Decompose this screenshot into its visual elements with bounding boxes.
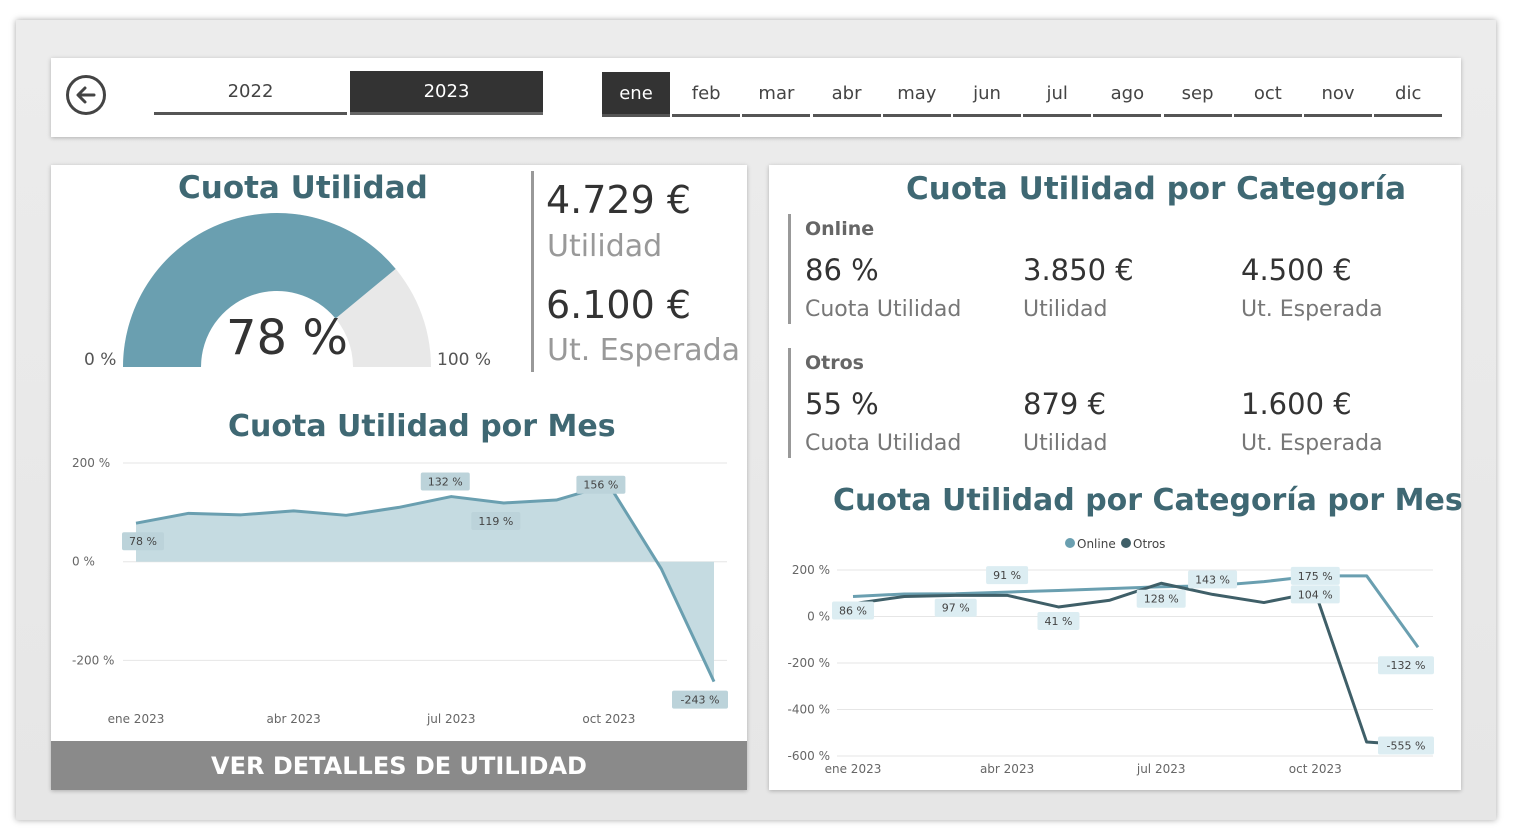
kpi-divider: [531, 171, 534, 372]
month-button-dic[interactable]: dic: [1374, 72, 1443, 117]
online-esperada: 4.500 €: [1241, 253, 1352, 287]
x-tick-label: oct 2023: [1289, 762, 1342, 776]
esperada-label: Ut. Esperada: [547, 333, 741, 368]
otros-utilidad: 879 €: [1023, 387, 1107, 421]
details-button[interactable]: VER DETALLES DE UTILIDAD: [51, 741, 747, 790]
month-button-mar[interactable]: mar: [742, 72, 811, 117]
data-label: 119 %: [478, 515, 513, 528]
online-cuota: 86 %: [805, 253, 879, 287]
x-tick-label: oct 2023: [582, 712, 635, 726]
online-divider: [788, 214, 791, 324]
data-label: 156 %: [583, 479, 618, 492]
y-tick-label: 200 %: [72, 456, 110, 470]
y-tick-label: -600 %: [788, 749, 830, 763]
x-tick-label: jul 2023: [1136, 762, 1186, 776]
data-label: 91 %: [993, 569, 1021, 582]
online-name: Online: [805, 218, 875, 240]
otros-cuota: 55 %: [805, 387, 879, 421]
month-button-ene[interactable]: ene: [602, 72, 670, 117]
data-label: -243 %: [681, 694, 720, 707]
legend-label: Otros: [1133, 537, 1165, 551]
online-utilidad-label: Utilidad: [1023, 297, 1108, 322]
x-tick-label: ene 2023: [825, 762, 882, 776]
month-button-oct[interactable]: oct: [1233, 72, 1302, 117]
data-label: 128 %: [1144, 593, 1179, 606]
data-label: 78 %: [129, 535, 157, 548]
category-title: Cuota Utilidad por Categoría: [906, 171, 1407, 207]
y-tick-label: -200 %: [72, 653, 114, 667]
data-label: 41 %: [1044, 615, 1072, 628]
category-line-chart: 200 % 0 % -200 % -400 % -600 % Online Otros 86 …: [788, 537, 1434, 776]
otros-divider: [788, 348, 791, 458]
gauge-title: Cuota Utilidad: [178, 170, 428, 206]
utilidad-label: Utilidad: [547, 229, 663, 264]
otros-name: Otros: [805, 352, 864, 374]
data-label: 97 %: [942, 602, 970, 615]
data-label: 175 %: [1298, 570, 1333, 583]
month-button-ago[interactable]: ago: [1093, 72, 1162, 117]
category-chart-title: Cuota Utilidad por Categoría por Mes: [833, 483, 1463, 518]
y-tick-label: -200 %: [788, 656, 830, 670]
gauge-min-label: 0 %: [84, 350, 117, 370]
month-button-jun[interactable]: jun: [953, 72, 1021, 117]
month-button-abr[interactable]: abr: [812, 72, 881, 117]
month-button-feb[interactable]: feb: [672, 72, 741, 117]
month-button-jul[interactable]: jul: [1023, 72, 1092, 117]
legend-marker: [1065, 538, 1075, 548]
year-button-2023[interactable]: 2023: [350, 71, 543, 115]
esperada-value: 6.100 €: [546, 283, 692, 327]
data-label: 86 %: [839, 605, 867, 618]
online-esperada-label: Ut. Esperada: [1241, 297, 1383, 322]
month-chart-title: Cuota Utilidad por Mes: [228, 409, 616, 444]
x-tick-label: jul 2023: [426, 712, 476, 726]
x-tick-label: ene 2023: [108, 712, 165, 726]
x-tick-label: abr 2023: [267, 712, 321, 726]
online-cuota-label: Cuota Utilidad: [805, 297, 962, 322]
y-tick-label: 200 %: [792, 563, 830, 577]
month-button-may[interactable]: may: [882, 72, 951, 117]
otros-esperada-label: Ut. Esperada: [1241, 431, 1383, 456]
month-button-sep[interactable]: sep: [1163, 72, 1232, 117]
data-label: 143 %: [1195, 573, 1230, 586]
gauge-value: 78 %: [226, 310, 348, 366]
month-button-nov[interactable]: nov: [1304, 72, 1372, 117]
online-utilidad: 3.850 €: [1023, 253, 1134, 287]
otros-cuota-label: Cuota Utilidad: [805, 431, 962, 456]
y-tick-label: 0 %: [807, 610, 830, 624]
data-label: 104 %: [1298, 588, 1333, 601]
data-label: -132 %: [1387, 659, 1426, 672]
y-tick-label: -400 %: [788, 703, 830, 717]
legend-label: Online: [1077, 537, 1116, 551]
month-area-chart: 200 % 0 % -200 % 78 % 132 % 119 % 156 % -243 % e…: [72, 456, 728, 726]
x-tick-label: abr 2023: [980, 762, 1034, 776]
utilidad-value: 4.729 €: [546, 178, 692, 222]
otros-utilidad-label: Utilidad: [1023, 431, 1108, 456]
y-tick-label: 0 %: [72, 555, 95, 569]
data-label: -555 %: [1387, 740, 1426, 753]
data-label: 132 %: [428, 476, 463, 489]
year-button-2022[interactable]: 2022: [154, 71, 347, 115]
gauge-max-label: 100 %: [437, 350, 492, 370]
back-arrow-icon[interactable]: [66, 75, 106, 115]
otros-esperada: 1.600 €: [1241, 387, 1352, 421]
legend-marker: [1121, 538, 1131, 548]
